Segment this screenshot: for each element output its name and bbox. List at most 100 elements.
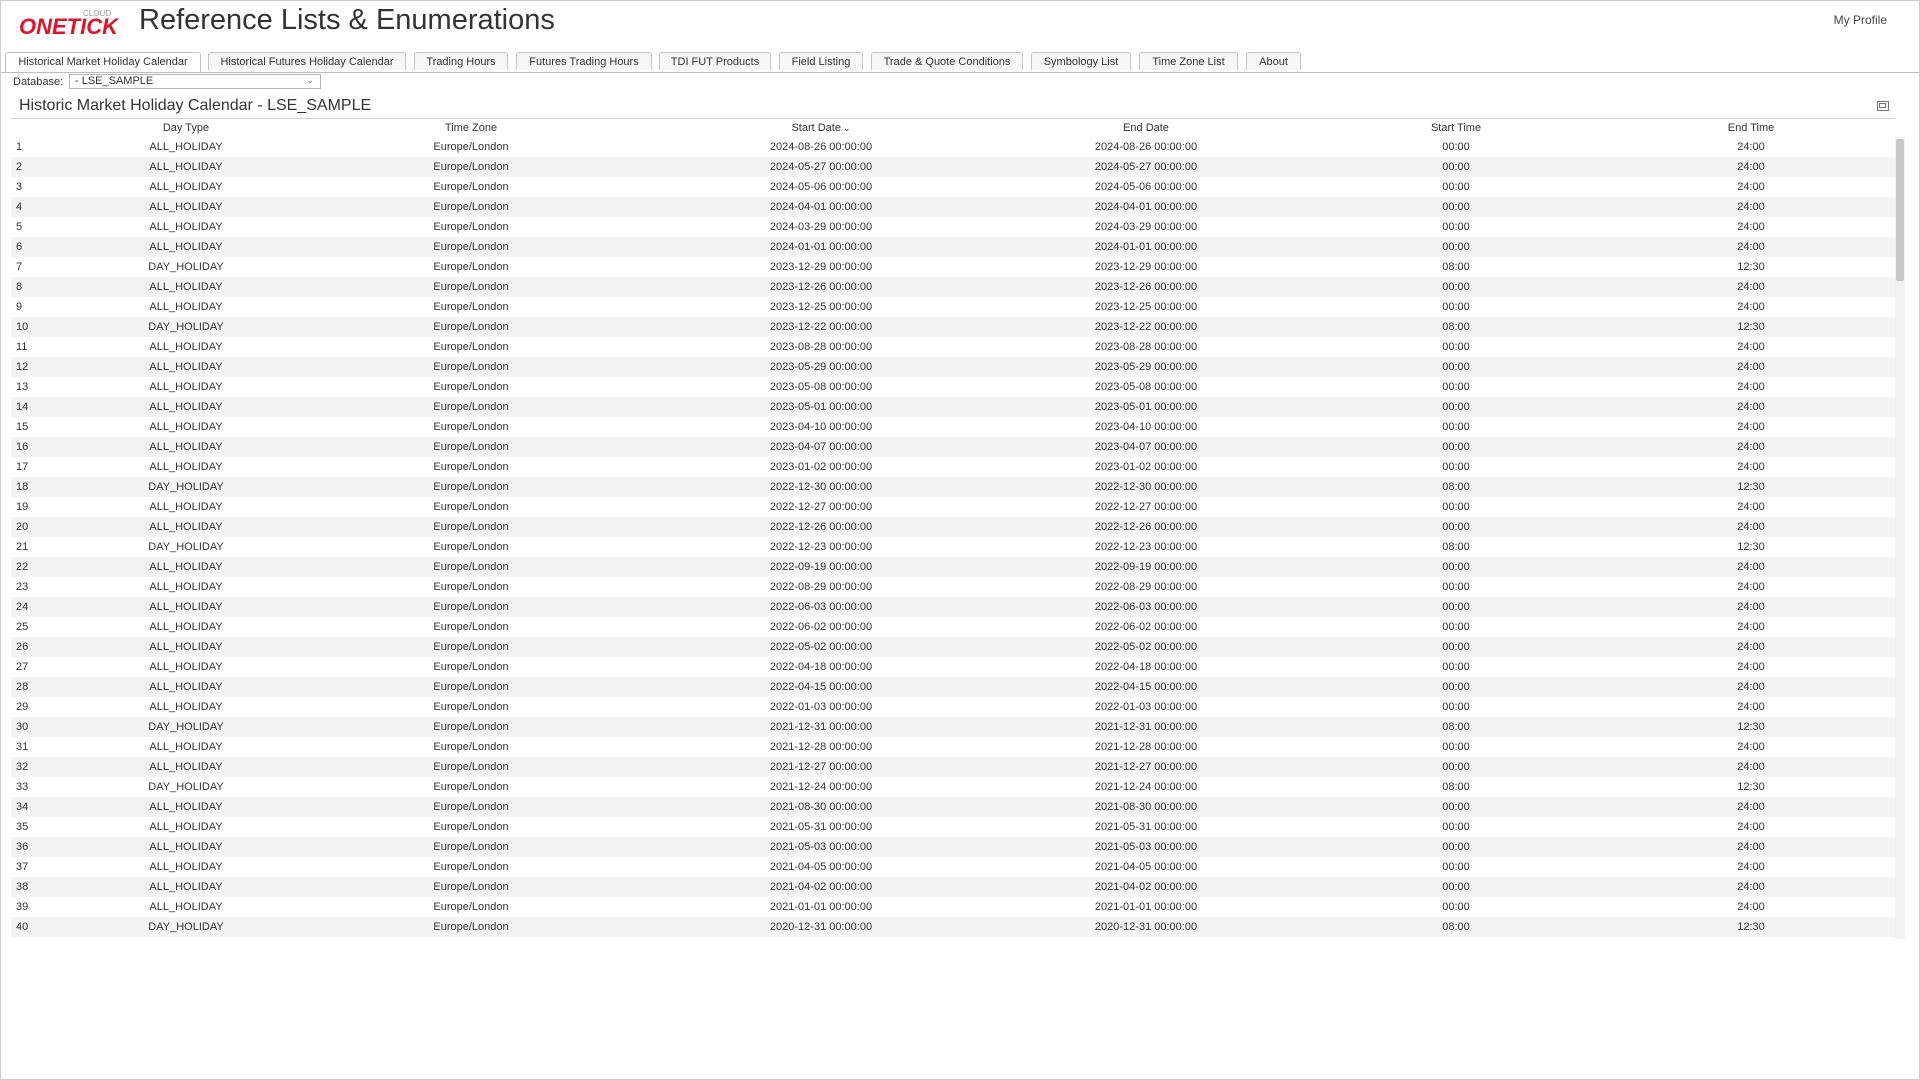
table-row[interactable]: 40 DAY_HOLIDAY Europe/London 2020-12-31 00:…	[11, 917, 1895, 937]
table-row[interactable]: 31 ALL_HOLIDAY Europe/London 2021-12-28 00:…	[11, 737, 1895, 757]
tab-trade-quote-conditions[interactable]: Trade & Quote Conditions	[871, 52, 1023, 70]
table-row[interactable]: 23 ALL_HOLIDAY Europe/London 2022-08-29 00:…	[11, 577, 1895, 597]
table-row[interactable]: 10 DAY_HOLIDAY Europe/London 2023-12-22 00:…	[11, 317, 1895, 337]
tab-futures-trading-hours[interactable]: Futures Trading Hours	[516, 52, 652, 70]
table-row[interactable]: 7 DAY_HOLIDAY Europe/London 2023-12-29 00:0…	[11, 257, 1895, 277]
column-header-start-date-label: Start Date	[791, 122, 841, 134]
tab-historical-market-holiday-calendar[interactable]: Historical Market Holiday Calendar	[5, 52, 201, 72]
database-select[interactable]: - LSE_SAMPLE ⌄	[69, 74, 321, 89]
tab-field-listing[interactable]: Field Listing	[779, 52, 863, 70]
column-header-start-time[interactable]: Start Time	[1271, 119, 1641, 137]
end-time-cell: 24:00	[1737, 161, 1765, 173]
time-zone-cell: Europe/London	[433, 221, 509, 233]
table-row[interactable]: 3 ALL_HOLIDAY Europe/London 2024-05-06 00:0…	[11, 177, 1895, 197]
table-row[interactable]: 22 ALL_HOLIDAY Europe/London 2022-09-19 00:…	[11, 557, 1895, 577]
day-type-cell: ALL_HOLIDAY	[149, 761, 223, 773]
tab-time-zone-list[interactable]: Time Zone List	[1139, 52, 1238, 70]
end-date-cell: 2022-04-15 00:00:00	[1094, 681, 1198, 693]
table-row[interactable]: 39 ALL_HOLIDAY Europe/London 2021-01-01 00:…	[11, 897, 1895, 917]
row-index: 27	[16, 661, 29, 673]
table-row[interactable]: 30 DAY_HOLIDAY Europe/London 2021-12-31 00:…	[11, 717, 1895, 737]
table-row[interactable]: 24 ALL_HOLIDAY Europe/London 2022-06-03 00:…	[11, 597, 1895, 617]
table-row[interactable]: 36 ALL_HOLIDAY Europe/London 2021-05-03 00:…	[11, 837, 1895, 857]
table-row[interactable]: 1 ALL_HOLIDAY Europe/London 2024-08-26 00:0…	[11, 137, 1895, 157]
table-row[interactable]: 38 ALL_HOLIDAY Europe/London 2021-04-02 00:…	[11, 877, 1895, 897]
table-row[interactable]: 25 ALL_HOLIDAY Europe/London 2022-06-02 00:…	[11, 617, 1895, 637]
time-zone-cell: Europe/London	[433, 181, 509, 193]
table-row[interactable]: 29 ALL_HOLIDAY Europe/London 2022-01-03 00:…	[11, 697, 1895, 717]
day-type-cell: ALL_HOLIDAY	[149, 201, 223, 213]
row-index: 19	[16, 501, 29, 513]
table-row[interactable]: 2 ALL_HOLIDAY Europe/London 2024-05-27 00:0…	[11, 157, 1895, 177]
tab-tdi-fut-products[interactable]: TDI FUT Products	[659, 52, 771, 70]
row-index: 14	[16, 401, 29, 413]
table-row[interactable]: 18 DAY_HOLIDAY Europe/London 2022-12-30 00:…	[11, 477, 1895, 497]
table-row[interactable]: 4 ALL_HOLIDAY Europe/London 2024-04-01 00:0…	[11, 197, 1895, 217]
column-header-day-type[interactable]: Day Type	[51, 119, 321, 137]
end-time-cell: 12:30	[1737, 781, 1765, 793]
onetick-logo[interactable]: ONETICK CLOUD	[19, 7, 119, 39]
tab-historical-futures-holiday-calendar[interactable]: Historical Futures Holiday Calendar	[208, 52, 406, 70]
start-time-cell: 08:00	[1442, 541, 1470, 553]
scrollbar-thumb[interactable]	[1896, 139, 1904, 281]
start-date-cell: 2020-12-31 00:00:00	[769, 921, 873, 933]
start-date-cell: 2023-08-28 00:00:00	[769, 341, 873, 353]
table-row[interactable]: 6 ALL_HOLIDAY Europe/London 2024-01-01 00:0…	[11, 237, 1895, 257]
table-row[interactable]: 15 ALL_HOLIDAY Europe/London 2023-04-10 00:…	[11, 417, 1895, 437]
table-row[interactable]: 17 ALL_HOLIDAY Europe/London 2023-01-02 00:…	[11, 457, 1895, 477]
time-zone-cell: Europe/London	[433, 581, 509, 593]
table-row[interactable]: 11 ALL_HOLIDAY Europe/London 2023-08-28 00:…	[11, 337, 1895, 357]
table-row[interactable]: 26 ALL_HOLIDAY Europe/London 2022-05-02 00:…	[11, 637, 1895, 657]
day-type-cell: ALL_HOLIDAY	[149, 281, 223, 293]
my-profile-link[interactable]: My Profile	[1834, 13, 1887, 27]
table-row[interactable]: 8 ALL_HOLIDAY Europe/London 2023-12-26 00:0…	[11, 277, 1895, 297]
tab-symbology-list[interactable]: Symbology List	[1031, 52, 1131, 70]
end-date-cell: 2022-12-30 00:00:00	[1094, 481, 1198, 493]
grid-scrollbar[interactable]	[1895, 137, 1905, 939]
end-time-cell: 24:00	[1737, 841, 1765, 853]
start-date-cell: 2021-12-24 00:00:00	[769, 781, 873, 793]
table-row[interactable]: 13 ALL_HOLIDAY Europe/London 2023-05-08 00:…	[11, 377, 1895, 397]
start-date-cell: 2022-12-27 00:00:00	[769, 501, 873, 513]
table-row[interactable]: 16 ALL_HOLIDAY Europe/London 2023-04-07 00:…	[11, 437, 1895, 457]
end-time-cell: 24:00	[1737, 501, 1765, 513]
tab-trading-hours[interactable]: Trading Hours	[414, 52, 508, 70]
column-header-end-time[interactable]: End Time	[1641, 119, 1861, 137]
time-zone-cell: Europe/London	[433, 761, 509, 773]
column-header-end-date[interactable]: End Date	[1021, 119, 1271, 137]
table-row[interactable]: 9 ALL_HOLIDAY Europe/London 2023-12-25 00:0…	[11, 297, 1895, 317]
start-date-cell: 2022-09-19 00:00:00	[769, 561, 873, 573]
column-header-time-zone[interactable]: Time Zone	[321, 119, 621, 137]
table-row[interactable]: 37 ALL_HOLIDAY Europe/London 2021-04-05 00:…	[11, 857, 1895, 877]
end-time-cell: 24:00	[1737, 441, 1765, 453]
row-index: 23	[16, 581, 29, 593]
end-time-cell: 12:30	[1737, 921, 1765, 933]
table-row[interactable]: 35 ALL_HOLIDAY Europe/London 2021-05-31 00:…	[11, 817, 1895, 837]
row-index: 13	[16, 381, 29, 393]
end-time-cell: 24:00	[1737, 641, 1765, 653]
start-date-cell: 2021-08-30 00:00:00	[769, 801, 873, 813]
window-restore-icon[interactable]	[1877, 101, 1889, 111]
table-row[interactable]: 27 ALL_HOLIDAY Europe/London 2022-04-18 00:…	[11, 657, 1895, 677]
table-row[interactable]: 14 ALL_HOLIDAY Europe/London 2023-05-01 00:…	[11, 397, 1895, 417]
table-row[interactable]: 5 ALL_HOLIDAY Europe/London 2024-03-29 00:0…	[11, 217, 1895, 237]
table-row[interactable]: 28 ALL_HOLIDAY Europe/London 2022-04-15 00:…	[11, 677, 1895, 697]
row-index: 29	[16, 701, 29, 713]
start-time-cell: 00:00	[1442, 561, 1470, 573]
start-time-cell: 00:00	[1442, 801, 1470, 813]
table-row[interactable]: 33 DAY_HOLIDAY Europe/London 2021-12-24 00:…	[11, 777, 1895, 797]
end-date-cell: 2024-05-06 00:00:00	[1094, 181, 1198, 193]
table-row[interactable]: 20 ALL_HOLIDAY Europe/London 2022-12-26 00:…	[11, 517, 1895, 537]
row-index: 17	[16, 461, 29, 473]
table-row[interactable]: 12 ALL_HOLIDAY Europe/London 2023-05-29 00:…	[11, 357, 1895, 377]
table-row[interactable]: 19 ALL_HOLIDAY Europe/London 2022-12-27 00:…	[11, 497, 1895, 517]
table-row[interactable]: 32 ALL_HOLIDAY Europe/London 2021-12-27 00:…	[11, 757, 1895, 777]
table-row[interactable]: 34 ALL_HOLIDAY Europe/London 2021-08-30 00:…	[11, 797, 1895, 817]
end-time-cell: 24:00	[1737, 681, 1765, 693]
column-header-start-date[interactable]: Start Date ⌄	[621, 119, 1021, 137]
table-row[interactable]: 21 DAY_HOLIDAY Europe/London 2022-12-23 00:…	[11, 537, 1895, 557]
tab-about[interactable]: About	[1246, 52, 1301, 70]
end-time-cell: 24:00	[1737, 521, 1765, 533]
end-date-cell: 2022-04-18 00:00:00	[1094, 661, 1198, 673]
row-index: 26	[16, 641, 29, 653]
